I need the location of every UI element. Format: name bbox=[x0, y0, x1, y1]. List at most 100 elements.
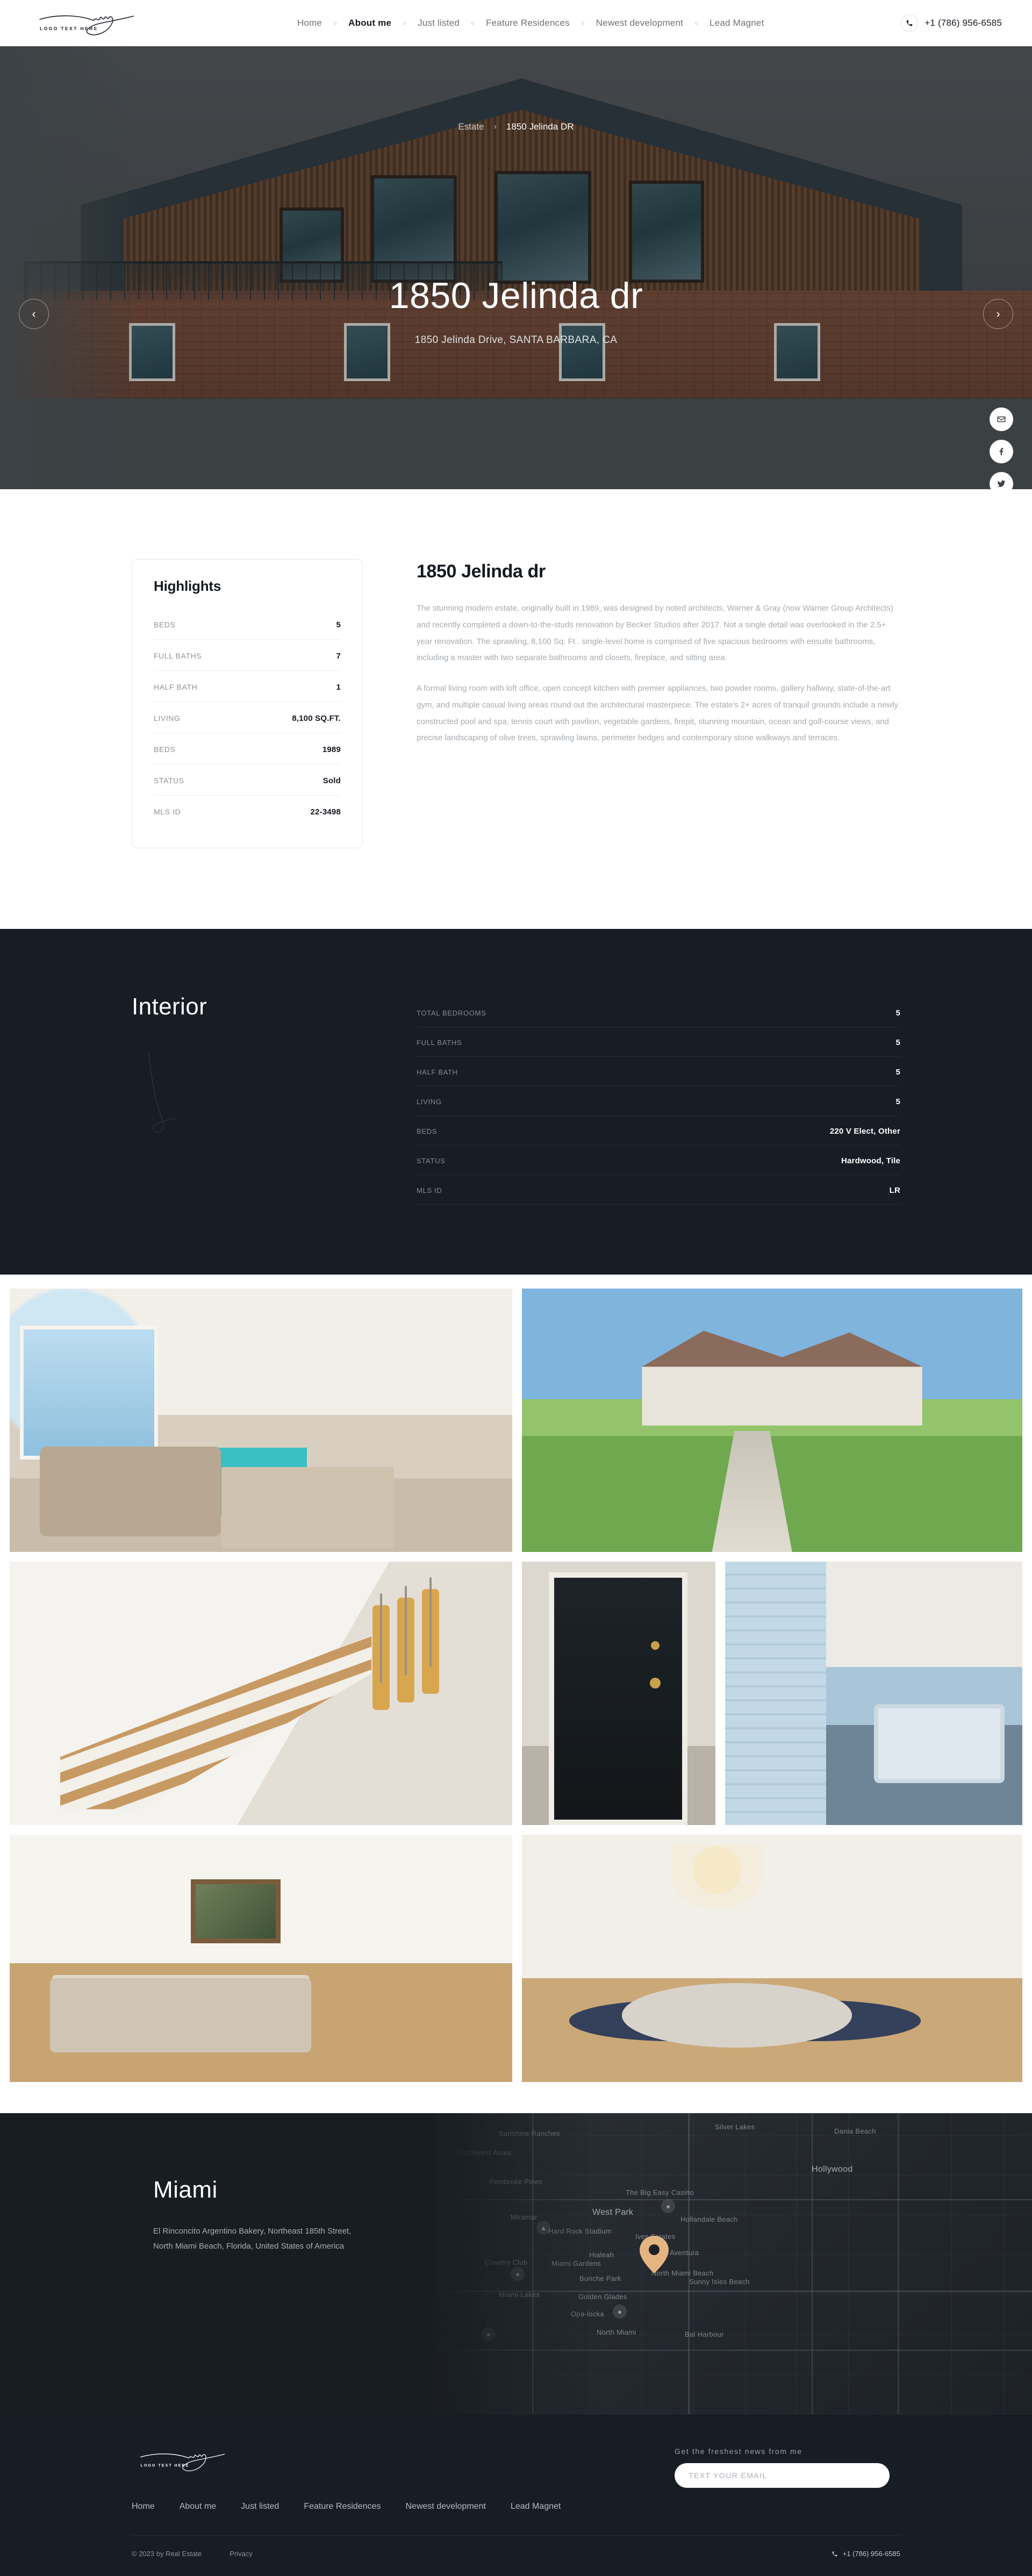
map-label: Bal Harbour bbox=[685, 2330, 724, 2338]
highlights-row-value: 22-3498 bbox=[310, 807, 341, 817]
newsletter-email-input[interactable] bbox=[675, 2463, 890, 2488]
highlights-row-label: STATUS bbox=[154, 776, 184, 785]
highlights-row-value: 1989 bbox=[322, 745, 341, 754]
social-twitter-button[interactable] bbox=[990, 472, 1013, 489]
chevron-right-icon: › bbox=[493, 122, 497, 131]
interior-row-label: HALF BATH bbox=[417, 1068, 458, 1076]
chevron-left-icon: ‹ bbox=[32, 307, 36, 320]
interior-row-value: 5 bbox=[895, 1008, 900, 1018]
nav-item-home[interactable]: Home bbox=[285, 15, 334, 32]
logo-signature-icon: LOGO TEXT HERE bbox=[39, 15, 134, 35]
interior-row: MLS ID LR bbox=[417, 1175, 900, 1205]
description-paragraph: The stunning modern estate, originally b… bbox=[417, 604, 893, 663]
highlights-row: FULL BATHS 7 bbox=[154, 640, 341, 671]
highlights-row-label: FULL BATHS bbox=[154, 652, 202, 660]
interior-row-label: STATUS bbox=[417, 1157, 446, 1165]
nav-item-feature-residences[interactable]: Feature Residences bbox=[474, 15, 582, 32]
interior-row: BEDS 220 V Elect, Other bbox=[417, 1116, 900, 1146]
interior-row-value: Hardwood, Tile bbox=[841, 1156, 900, 1165]
site-footer: LOGO TEXT HERE Home About me Just listed… bbox=[0, 2414, 1032, 2576]
phone-icon bbox=[901, 15, 919, 32]
highlights-row-label: HALF BATH bbox=[154, 683, 198, 691]
footer-nav-feature-residences[interactable]: Feature Residences bbox=[304, 2502, 381, 2511]
highlights-row: LIVING 8,100 SQ.FT. bbox=[154, 702, 341, 733]
site-logo[interactable]: LOGO TEXT HERE bbox=[30, 8, 164, 39]
interior-row: FULL BATHS 5 bbox=[417, 1027, 900, 1057]
footer-nav-about-me[interactable]: About me bbox=[180, 2502, 216, 2511]
map-city-title: Miami bbox=[153, 2177, 218, 2203]
interior-specs-table: TOTAL BEDROOMS 5 FULL BATHS 5 HALF BATH … bbox=[417, 993, 900, 1205]
highlights-row-value: 5 bbox=[336, 620, 341, 629]
highlights-row-label: BEDS bbox=[154, 745, 176, 754]
highlights-row-label: LIVING bbox=[154, 714, 181, 722]
privacy-link[interactable]: Privacy bbox=[230, 2550, 253, 2558]
gallery-photo-staircase[interactable] bbox=[10, 1562, 512, 1825]
breadcrumb: Estate › 1850 Jelinda DR bbox=[0, 121, 1032, 132]
highlights-row: BEDS 1989 bbox=[154, 733, 341, 764]
gallery-photo-great-room[interactable] bbox=[10, 1835, 512, 2082]
header-phone[interactable]: +1 (786) 956-6585 bbox=[901, 15, 1002, 32]
footer-phone[interactable]: +1 (786) 956-6585 bbox=[832, 2550, 900, 2558]
primary-nav: Home About me Just listed Feature Reside… bbox=[285, 15, 776, 32]
social-email-button[interactable] bbox=[990, 407, 1013, 431]
gallery-photo-front-door[interactable] bbox=[522, 1562, 715, 1825]
gallery-photo-exterior-front[interactable] bbox=[522, 1289, 1022, 1552]
logo-text: LOGO TEXT HERE bbox=[40, 26, 98, 31]
property-details-section: Highlights BEDS 5 FULL BATHS 7 HALF BATH… bbox=[0, 489, 1032, 929]
twitter-icon bbox=[997, 480, 1006, 487]
map-location-pin[interactable] bbox=[640, 2236, 669, 2273]
footer-nav-newest-development[interactable]: Newest development bbox=[406, 2502, 486, 2511]
interior-row-value: 5 bbox=[895, 1038, 900, 1047]
hero-section: Estate › 1850 Jelinda DR 1850 Jelinda dr… bbox=[0, 46, 1032, 489]
map-label: Aventura bbox=[670, 2249, 699, 2257]
interior-row-value: 5 bbox=[895, 1068, 900, 1077]
hero-title: 1850 Jelinda dr bbox=[389, 275, 643, 316]
interior-row-value: LR bbox=[889, 1186, 900, 1195]
nav-item-just-listed[interactable]: Just listed bbox=[406, 15, 471, 32]
breadcrumb-parent[interactable]: Estate bbox=[458, 121, 484, 132]
phone-icon bbox=[832, 2551, 837, 2556]
map-label: Silver Lakes bbox=[715, 2123, 755, 2131]
header-phone-number: +1 (786) 956-6585 bbox=[924, 18, 1002, 28]
interior-row-label: BEDS bbox=[417, 1127, 438, 1135]
highlights-row: MLS ID 22-3498 bbox=[154, 796, 341, 826]
description-paragraph: A formal living room with loft office, o… bbox=[417, 684, 898, 743]
chevron-right-icon: › bbox=[996, 307, 1000, 320]
highlights-row-value: Sold bbox=[322, 776, 341, 785]
footer-nav-lead-magnet[interactable]: Lead Magnet bbox=[511, 2502, 561, 2511]
email-icon bbox=[997, 416, 1006, 423]
location-map-section: Hollywood Dania Beach Silver Lakes Sunsh… bbox=[0, 2113, 1032, 2414]
footer-nav-home[interactable]: Home bbox=[132, 2502, 155, 2511]
highlights-row: BEDS 5 bbox=[154, 609, 341, 640]
slider-next-button[interactable]: › bbox=[983, 299, 1013, 329]
gallery-photo-dining-room[interactable] bbox=[522, 1835, 1022, 2082]
highlights-row: STATUS Sold bbox=[154, 764, 341, 796]
highlights-card: Highlights BEDS 5 FULL BATHS 7 HALF BATH… bbox=[132, 559, 363, 848]
photo-gallery bbox=[0, 1275, 1032, 2113]
property-title: 1850 Jelinda dr bbox=[417, 561, 546, 582]
slider-prev-button[interactable]: ‹ bbox=[19, 299, 49, 329]
social-facebook-button[interactable] bbox=[990, 440, 1013, 463]
interior-row-value: 220 V Elect, Other bbox=[829, 1127, 900, 1136]
footer-nav-just-listed[interactable]: Just listed bbox=[241, 2502, 279, 2511]
footer-legal-bar: © 2023 by Real Estate Privacy +1 (786) 9… bbox=[132, 2536, 900, 2576]
nav-item-newest-development[interactable]: Newest development bbox=[584, 15, 695, 32]
gallery-photo-living-room[interactable] bbox=[10, 1289, 512, 1552]
map-label: North Miami bbox=[597, 2328, 636, 2336]
nav-item-lead-magnet[interactable]: Lead Magnet bbox=[698, 15, 776, 32]
hero-subtitle: 1850 Jelinda Drive, SANTA BARBARA, CA bbox=[414, 334, 618, 346]
newsletter-signup: Get the freshest news from me bbox=[675, 2447, 900, 2488]
facebook-icon bbox=[999, 448, 1004, 455]
map-poi-icon[interactable]: ● bbox=[613, 2305, 627, 2319]
nav-item-about-me[interactable]: About me bbox=[336, 15, 403, 32]
interior-title: Interior bbox=[132, 993, 207, 1020]
map-poi-icon[interactable]: ● bbox=[661, 2199, 675, 2213]
interior-row: STATUS Hardwood, Tile bbox=[417, 1146, 900, 1175]
interior-row-label: FULL BATHS bbox=[417, 1039, 462, 1047]
highlights-row-value: 8,100 SQ.FT. bbox=[292, 714, 341, 723]
footer-phone-number: +1 (786) 956-6585 bbox=[842, 2550, 900, 2558]
gallery-photo-porch[interactable] bbox=[725, 1562, 1022, 1825]
highlights-row: HALF BATH 1 bbox=[154, 671, 341, 702]
copyright-text: © 2023 by Real Estate bbox=[132, 2550, 202, 2558]
signature-watermark-icon bbox=[148, 1053, 175, 1133]
